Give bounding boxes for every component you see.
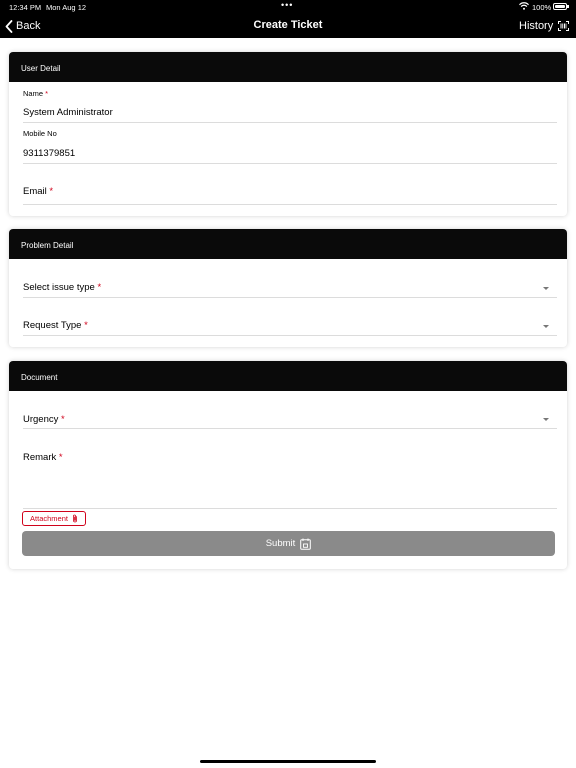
battery-icon [553,3,567,10]
user-detail-header: User Detail [9,52,567,82]
request-type-label: Request Type * [23,320,88,331]
request-type-select[interactable]: Request Type * [23,314,557,336]
status-date: Mon Aug 12 [46,3,87,12]
attachment-label: Attachment [30,514,68,523]
urgency-select[interactable]: Urgency * [23,407,557,429]
dropdown-arrow-icon [543,287,549,290]
mobile-label: Mobile No [23,129,57,138]
email-label-text: Email [23,186,47,197]
battery-tip [567,5,569,8]
email-label: Email * [23,186,53,197]
battery-percent: 100% [532,3,552,12]
required-mark: * [97,282,102,293]
attachment-button[interactable]: Attachment [22,511,86,526]
submit-button[interactable]: Submit [22,531,555,556]
barcode-scan-icon [558,21,570,31]
dropdown-arrow-icon [543,418,549,421]
name-value: System Administrator [23,107,113,118]
name-field[interactable]: Name * System Administrator [23,86,557,123]
urgency-label-text: Urgency [23,414,59,425]
submit-label: Submit [265,538,296,549]
mobile-field[interactable]: Mobile No 9311379851 [23,127,557,164]
issue-type-label: Select issue type * [23,282,101,293]
required-mark: * [58,452,63,463]
name-label: Name * [23,89,48,98]
history-label: History [519,20,554,32]
multitasking-dots-icon[interactable]: ••• [281,0,293,10]
required-mark: * [84,320,88,331]
document-header: Document [9,361,567,391]
request-type-label-text: Request Type [23,320,82,331]
required-mark: * [61,414,65,425]
home-indicator[interactable] [200,760,376,763]
name-label-text: Name [23,89,44,98]
wifi-icon [519,2,529,10]
mobile-value: 9311379851 [23,148,76,159]
history-button[interactable]: History [519,17,570,35]
status-bar: 12:34 PM Mon Aug 12 ••• 100% [0,0,576,13]
status-time: 12:34 PM [9,3,42,12]
urgency-label: Urgency * [23,414,65,425]
top-bar: 12:34 PM Mon Aug 12 ••• 100% Back Create… [0,0,576,38]
issue-type-label-text: Select issue type [23,282,95,293]
required-mark: * [45,89,49,98]
remark-textarea[interactable]: Remark * [23,445,557,509]
remark-label-text: Remark [23,452,57,463]
issue-type-select[interactable]: Select issue type * [23,276,557,298]
remark-label: Remark * [23,452,63,463]
dropdown-arrow-icon [543,325,549,328]
email-field[interactable]: Email * [23,177,557,205]
problem-detail-header: Problem Detail [9,229,567,259]
submit-icon [300,538,312,550]
page-title: Create Ticket [253,19,323,31]
required-mark: * [49,186,54,197]
paperclip-icon [73,514,77,523]
